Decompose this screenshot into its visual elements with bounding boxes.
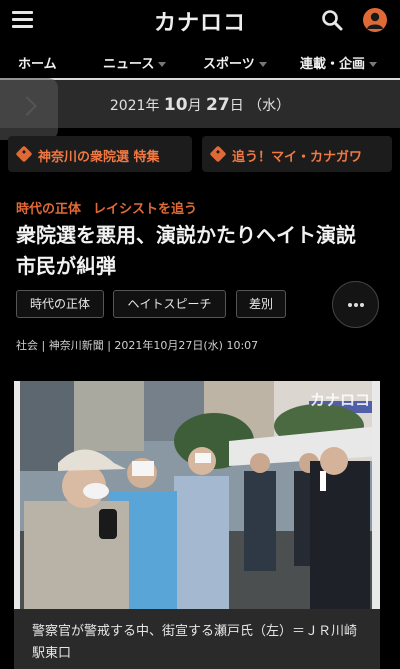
search-icon[interactable] <box>320 8 344 32</box>
nav-sports[interactable]: スポーツ <box>203 53 267 72</box>
nav-series[interactable]: 連載・企画 <box>300 53 378 72</box>
date-bar: 2021年 10月 27日 （水） <box>0 80 400 128</box>
nav-home[interactable]: ホーム <box>18 53 57 72</box>
app-header: カナロコ <box>0 0 400 40</box>
main-nav: ホーム ニュース スポーツ 連載・企画 <box>0 40 400 78</box>
photo-caption: 警察官が警戒する中、街宣する瀬戸氏（左）＝ＪＲ川崎駅東口 <box>14 609 380 669</box>
tag-icon <box>15 145 33 163</box>
article-meta: 社会 | 神奈川新聞 | 2021年10月27日(水) 10:07 <box>16 339 259 352</box>
chevron-down-icon <box>369 62 378 67</box>
article-title: 衆院選を悪用、演説かたりヘイト演説 市民が糾弾 <box>16 223 376 278</box>
chevron-down-icon <box>158 62 167 67</box>
street-scene-illustration <box>14 381 380 609</box>
tag-link[interactable]: ヘイトスピーチ <box>113 290 226 318</box>
article-photo[interactable]: カナロコ <box>14 381 380 609</box>
tag-link[interactable]: 差別 <box>236 290 286 318</box>
chevron-right-icon <box>17 96 37 116</box>
article-categories: 時代の正体 レイシストを追う <box>16 198 197 217</box>
feature-link-my-kanagawa[interactable]: 追う！マイ・カナガワ <box>202 136 392 172</box>
category-link[interactable]: 時代の正体 <box>16 202 81 217</box>
more-options-button[interactable] <box>332 281 379 328</box>
tag-icon <box>209 145 227 163</box>
nav-news[interactable]: ニュース <box>103 53 167 72</box>
chevron-down-icon <box>258 62 267 67</box>
side-drawer-tab[interactable] <box>0 78 58 140</box>
account-icon[interactable] <box>363 8 387 32</box>
photo-watermark: カナロコ <box>309 391 370 409</box>
category-link[interactable]: レイシストを追う <box>93 202 197 217</box>
feature-link-election[interactable]: 神奈川の衆院選 特集 <box>8 136 192 172</box>
tag-link[interactable]: 時代の正体 <box>16 290 104 318</box>
current-date: 2021年 10月 27日 （水） <box>109 95 291 115</box>
